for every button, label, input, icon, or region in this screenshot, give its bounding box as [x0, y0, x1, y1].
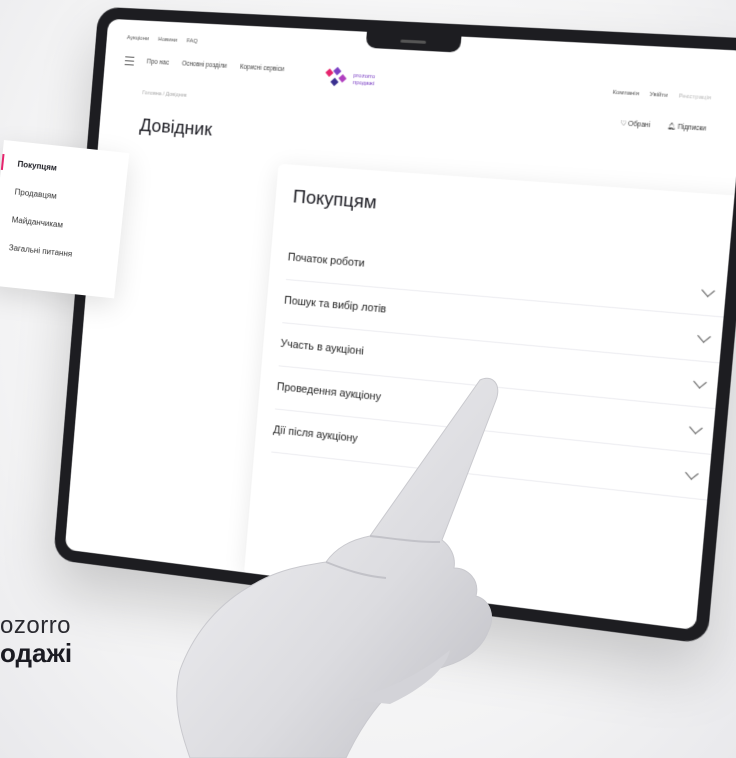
chevron-down-icon [697, 329, 711, 343]
chevron-down-icon [689, 420, 703, 434]
user-actions: ♡ Обрані 🔔︎ Підписки [620, 119, 707, 133]
sidebar-item-platforms[interactable]: Майданчикам [11, 215, 63, 229]
page-title: Довідник [138, 115, 213, 141]
register-link[interactable]: Реєстрація [678, 93, 711, 101]
chevron-down-icon [701, 283, 716, 297]
nav-item-services[interactable]: Корисні сервіси [240, 64, 285, 73]
bell-icon: 🔔︎ [666, 123, 677, 131]
site-logo[interactable]: prozorro продажі [325, 66, 375, 91]
pointing-hand-image [176, 377, 499, 758]
active-indicator [0, 153, 5, 171]
section-title: Покупцям [292, 186, 378, 214]
camera-notch [365, 29, 462, 53]
top-link-auctions[interactable]: Аукціони [127, 35, 150, 42]
scene: Аукціони Новини FAQ Про нас Основні розд… [0, 0, 736, 758]
login-link[interactable]: Увійти [649, 92, 668, 99]
favorites-link[interactable]: ♡ Обрані [620, 119, 651, 129]
sidebar-card: Покупцям Продавцям Майданчикам Загальні … [0, 140, 130, 299]
accordion-item-label: Пошук та вибір лотів [283, 294, 387, 316]
brand-wordmark: ozorro одажі [0, 612, 73, 668]
brand-line-2: одажі [0, 638, 73, 668]
auth-links: Компанія Увійти Реєстрація [612, 90, 711, 102]
nav-item-sections[interactable]: Основні розділи [182, 60, 228, 69]
chevron-down-icon [693, 374, 707, 389]
chevron-down-icon [685, 466, 699, 480]
sidebar-item-buyers[interactable]: Покупцям [17, 160, 57, 173]
sidebar-item-sellers[interactable]: Продавцям [14, 187, 57, 200]
favorites-label: Обрані [627, 120, 651, 130]
company-link[interactable]: Компанія [612, 90, 639, 98]
menu-icon[interactable] [124, 56, 135, 66]
logo-mark-icon [325, 66, 348, 89]
logo-line-2: продажі [352, 80, 375, 88]
main-nav: Про нас Основні розділи Корисні сервіси [124, 56, 285, 74]
accordion-item-label: Початок роботи [287, 251, 366, 270]
sidebar-item-general[interactable]: Загальні питання [8, 243, 72, 259]
subscriptions-label: Підписки [677, 123, 707, 133]
top-links: Аукціони Новини FAQ [127, 35, 198, 45]
breadcrumb[interactable]: Головна / Довідник [142, 90, 187, 98]
top-link-news[interactable]: Новини [158, 37, 178, 44]
nav-item-about[interactable]: Про нас [147, 59, 170, 67]
accordion-item-label: Участь в аукціоні [280, 337, 365, 358]
brand-line-1: ozorro [0, 612, 72, 639]
subscriptions-link[interactable]: 🔔︎ Підписки [667, 122, 707, 133]
heart-icon: ♡ [619, 120, 627, 128]
top-link-faq[interactable]: FAQ [186, 38, 198, 44]
